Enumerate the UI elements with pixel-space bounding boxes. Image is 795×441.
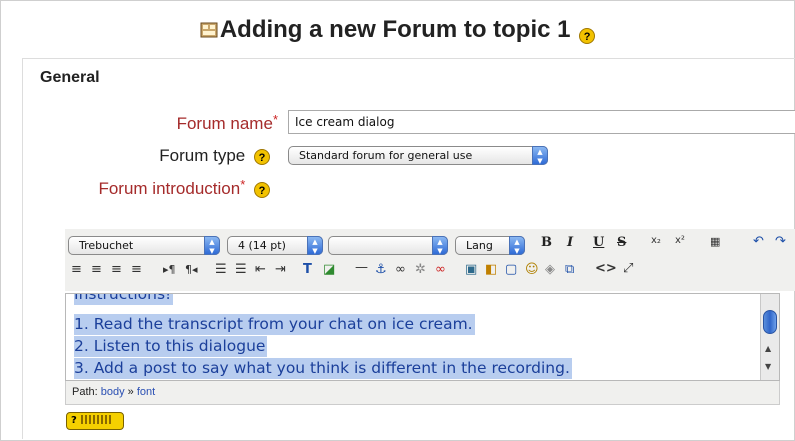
- help-glyph: ?: [71, 415, 77, 426]
- lang-select[interactable]: Lang ▲ ▼: [455, 236, 525, 255]
- bold-button[interactable]: B: [541, 235, 552, 250]
- horizontal-rule-icon[interactable]: —: [355, 260, 368, 275]
- select-arrows-icon: ▲ ▼: [204, 236, 220, 255]
- path-body-link[interactable]: body: [101, 386, 125, 398]
- outdent-icon[interactable]: ⇤: [255, 262, 266, 277]
- html-source-icon[interactable]: <>: [595, 261, 617, 276]
- table-icon[interactable]: ▢: [505, 262, 517, 277]
- font-size-select[interactable]: 4 (14 pt) ▲ ▼: [227, 236, 323, 255]
- page-title: Adding a new Forum to topic 1 ?: [0, 16, 795, 44]
- scroll-thumb[interactable]: [763, 310, 777, 334]
- help-icon[interactable]: ?: [254, 148, 270, 165]
- ordered-list-icon[interactable]: ☰: [215, 262, 227, 277]
- unlink-icon[interactable]: ∞: [435, 262, 446, 277]
- forum-intro-label: Forum introduction* ?: [70, 177, 270, 199]
- subscript-icon[interactable]: x₂: [651, 235, 661, 246]
- nolink-icon[interactable]: ✲: [415, 262, 426, 277]
- smiley-icon[interactable]: ☺: [525, 262, 539, 277]
- unordered-list-icon[interactable]: ☰: [235, 262, 247, 277]
- rtl-icon[interactable]: ¶◂: [185, 263, 198, 276]
- align-right-icon[interactable]: ≡: [111, 262, 122, 277]
- forum-type-label-text: Forum type: [159, 146, 246, 165]
- indent-icon[interactable]: ⇥: [275, 262, 286, 277]
- align-center-icon[interactable]: ≡: [91, 262, 102, 277]
- strikethrough-button[interactable]: S: [617, 235, 626, 250]
- forum-type-select[interactable]: Standard forum for general use ▲ ▼: [288, 146, 548, 165]
- fullscreen-icon[interactable]: ⤢: [623, 261, 633, 276]
- special-char-icon[interactable]: ◈: [545, 262, 555, 277]
- editor-line: 2. Listen to this dialogue: [74, 336, 268, 357]
- required-marker: *: [272, 112, 278, 127]
- format-select[interactable]: ▲ ▼: [328, 236, 448, 255]
- editor-line: 3. Add a post to say what you think is d…: [74, 358, 572, 379]
- redo-icon[interactable]: ↷: [775, 234, 786, 249]
- forum-name-label-text: Forum name: [176, 114, 273, 133]
- editor-area[interactable]: Instructions! 1. Read the transcript fro…: [65, 293, 780, 381]
- editor-line: Instructions!: [74, 294, 174, 305]
- clean-word-icon[interactable]: ▦: [710, 235, 720, 248]
- forum-name-label: Forum name*: [150, 112, 278, 134]
- anchor-icon[interactable]: ⚓: [375, 262, 387, 277]
- align-justify-icon[interactable]: ≡: [131, 262, 142, 277]
- path-font-link[interactable]: font: [137, 386, 155, 398]
- general-legend: General: [40, 69, 100, 86]
- path-bar: Path: body » font: [65, 381, 780, 405]
- help-stripes-icon: [80, 415, 111, 424]
- align-left-icon[interactable]: ≡: [71, 262, 82, 277]
- forum-name-input[interactable]: Ice cream dialog: [288, 110, 795, 134]
- italic-button[interactable]: I: [567, 235, 573, 250]
- editor-help-button[interactable]: ?: [66, 412, 124, 430]
- underline-button[interactable]: U: [593, 235, 604, 250]
- lang-value: Lang: [466, 239, 493, 252]
- select-arrows-icon: ▲ ▼: [307, 236, 323, 255]
- forum-intro-label-text: Forum introduction: [98, 179, 241, 198]
- select-arrows-icon: ▲ ▼: [509, 236, 525, 255]
- search-replace-icon[interactable]: ⧉: [565, 262, 574, 277]
- path-label: Path:: [72, 386, 98, 398]
- editor-line: 1. Read the transcript from your chat on…: [74, 314, 475, 335]
- forum-type-label: Forum type ?: [130, 146, 270, 166]
- ltr-icon[interactable]: ▸¶: [163, 263, 176, 276]
- text-color-icon[interactable]: T: [303, 262, 312, 277]
- forum-type-value: Standard forum for general use: [299, 149, 473, 162]
- path-separator: »: [127, 386, 134, 398]
- superscript-icon[interactable]: x²: [675, 235, 685, 246]
- help-icon[interactable]: ?: [254, 181, 270, 198]
- select-arrows-icon: ▲ ▼: [532, 146, 548, 165]
- editor-scrollbar[interactable]: ▲ ▼: [760, 294, 779, 380]
- page-title-text: Adding a new Forum to topic 1: [219, 16, 571, 43]
- background-color-icon[interactable]: ◪: [323, 262, 335, 277]
- link-icon[interactable]: ∞: [395, 262, 406, 277]
- editor-toolbar: Trebuchet ▲ ▼ 4 (14 pt) ▲ ▼ ▲ ▼ Lang ▲ ▼ B I…: [65, 229, 795, 291]
- forum-icon: [200, 22, 218, 38]
- image-icon[interactable]: ▣: [465, 262, 477, 277]
- select-arrows-icon: ▲ ▼: [432, 236, 448, 255]
- scroll-up-icon[interactable]: ▲: [765, 344, 771, 353]
- font-family-select[interactable]: Trebuchet ▲ ▼: [68, 236, 220, 255]
- font-family-value: Trebuchet: [79, 239, 134, 252]
- media-icon[interactable]: ◧: [485, 262, 497, 277]
- undo-icon[interactable]: ↶: [753, 234, 764, 249]
- help-icon[interactable]: ?: [579, 28, 596, 44]
- required-marker: *: [240, 177, 246, 192]
- scroll-down-icon[interactable]: ▼: [765, 362, 771, 371]
- font-size-value: 4 (14 pt): [238, 239, 286, 252]
